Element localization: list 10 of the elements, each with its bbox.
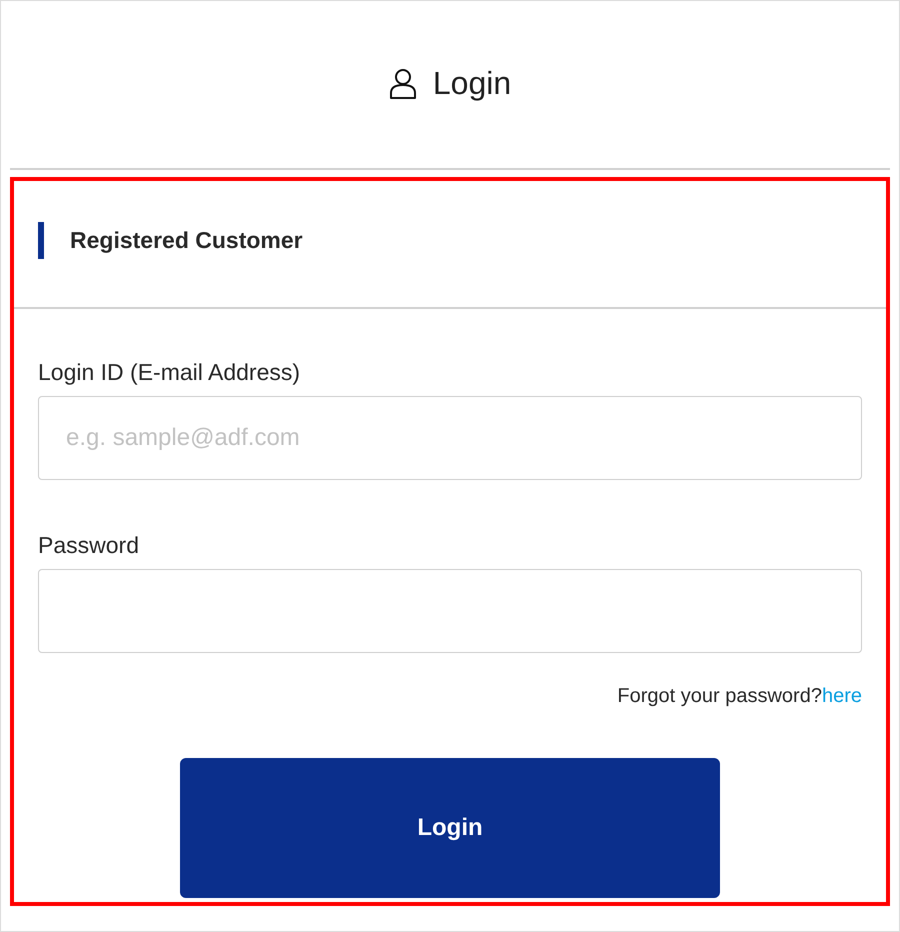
user-icon [388, 68, 417, 100]
forgot-password-text: Forgot your password?here [617, 685, 862, 708]
accent-bar [38, 222, 44, 258]
input-field[interactable] [38, 569, 862, 653]
section-heading: Registered Customer [70, 226, 303, 254]
login-button[interactable]: Login [180, 758, 720, 898]
field-label: Login ID (E-mail Address) [38, 359, 302, 386]
page-title: Login [432, 65, 512, 102]
field-label: Password [38, 532, 140, 559]
input-field[interactable]: e.g. sample@adf.com [38, 396, 862, 480]
